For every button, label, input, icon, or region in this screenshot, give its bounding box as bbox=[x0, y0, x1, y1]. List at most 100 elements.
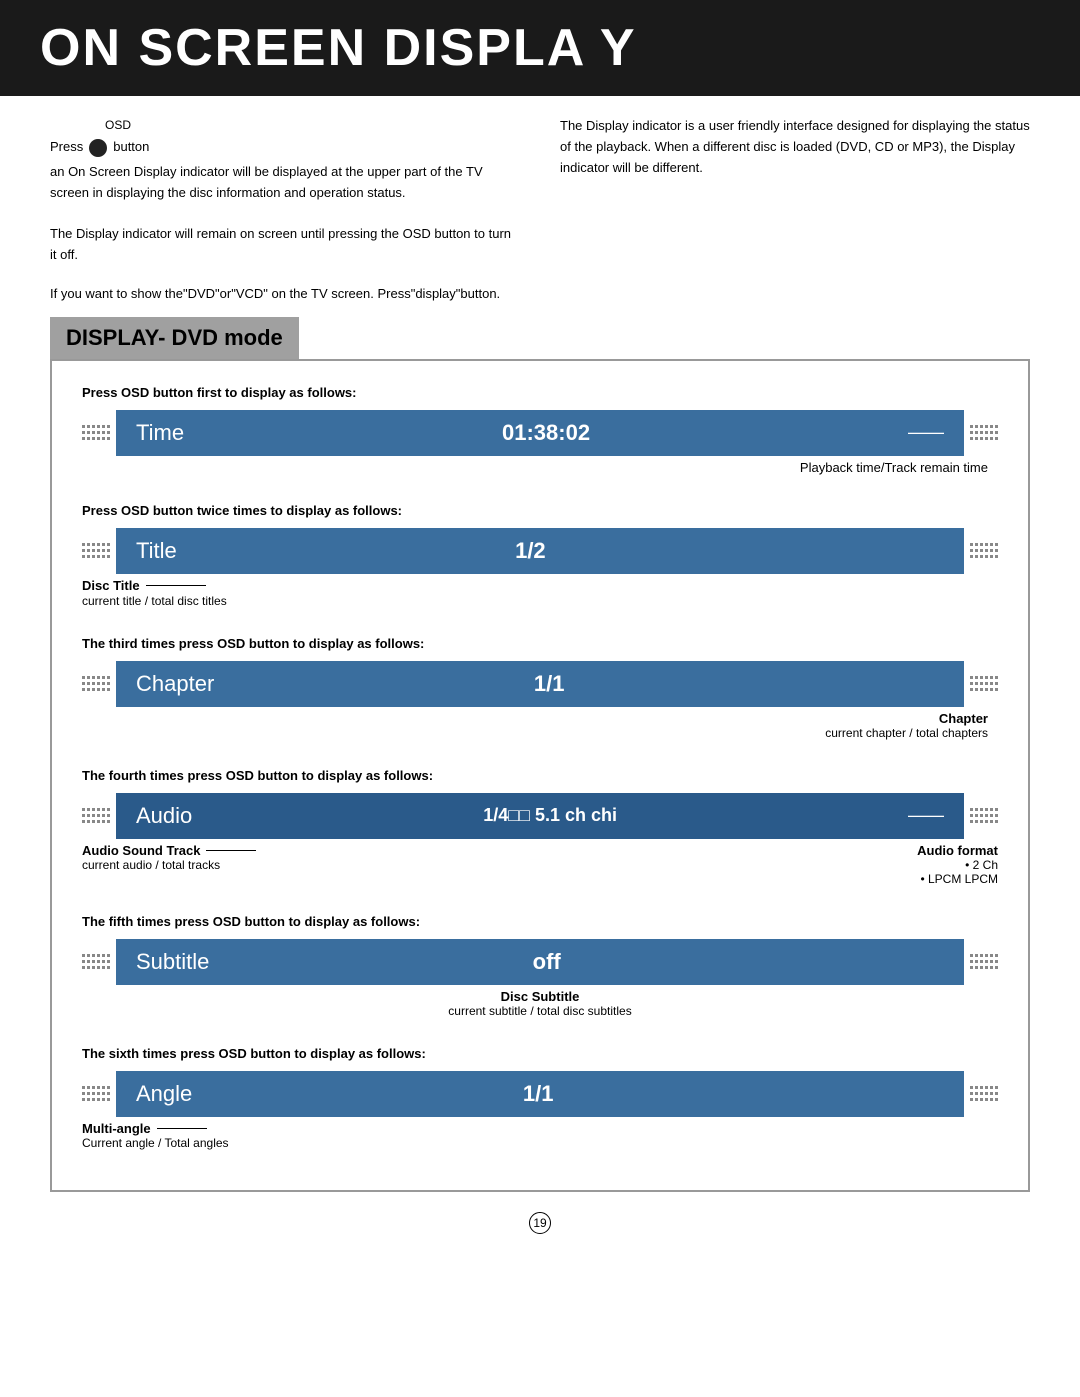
time-display-content: Time 01:38:02 —— bbox=[136, 420, 944, 446]
tv-left-dots-chapter bbox=[82, 676, 110, 691]
time-display: Time 01:38:02 —— bbox=[116, 410, 964, 456]
disc-title-line bbox=[146, 585, 206, 586]
angle-main-label: Multi-angle bbox=[82, 1121, 151, 1136]
page-title: ON SCREEN DISPLA Y bbox=[40, 18, 1040, 78]
intro-section: OSD Press button an On Screen Display in… bbox=[50, 116, 1030, 266]
intro-right-text: The Display indicator is a user friendly… bbox=[560, 116, 1030, 178]
subtitle-tv-row: Subtitle off bbox=[82, 939, 998, 985]
audio-left-annotation: Audio Sound Track current audio / total … bbox=[82, 843, 540, 886]
intro-left: OSD Press button an On Screen Display in… bbox=[50, 116, 520, 266]
tv-right-dots-time bbox=[970, 425, 998, 440]
intro-text-1: an On Screen Display indicator will be d… bbox=[50, 162, 520, 204]
angle-display-content: Angle 1/1 bbox=[136, 1081, 944, 1107]
audio-value: 1/4□□ 5.1 ch chi bbox=[483, 805, 617, 826]
audio-annotation: Audio Sound Track current audio / total … bbox=[82, 843, 998, 886]
chapter-display: Chapter 1/1 bbox=[116, 661, 964, 707]
disc-title-sub-label: current title / total disc titles bbox=[82, 594, 998, 608]
audio-format-sub1: • 2 Ch bbox=[540, 858, 998, 872]
tv-left-dots-subtitle bbox=[82, 954, 110, 969]
title-annotation: Disc Title current title / total disc ti… bbox=[82, 578, 998, 608]
chapter-tv-row: Chapter 1/1 bbox=[82, 661, 998, 707]
osd-label: OSD bbox=[105, 116, 520, 135]
angle-annotation: Multi-angle Current angle / Total angles bbox=[82, 1121, 998, 1150]
time-label: Time bbox=[136, 420, 184, 446]
audio-format-label: Audio format bbox=[540, 843, 998, 858]
chapter-main-annotation: Chapter bbox=[82, 711, 988, 726]
angle-section: The sixth times press OSD button to disp… bbox=[82, 1046, 998, 1150]
title-value: 1/2 bbox=[515, 538, 546, 564]
tv-right-dots-chapter bbox=[970, 676, 998, 691]
chapter-section: The third times press OSD button to disp… bbox=[82, 636, 998, 740]
angle-display: Angle 1/1 bbox=[116, 1071, 964, 1117]
subtitle-main-label: Disc Subtitle bbox=[82, 989, 998, 1004]
tv-left-dots-audio bbox=[82, 808, 110, 823]
main-content: OSD Press button an On Screen Display in… bbox=[0, 116, 1080, 1284]
page-number-circle: 19 bbox=[529, 1212, 551, 1234]
subtitle-value: off bbox=[533, 949, 561, 975]
time-value: 01:38:02 bbox=[502, 420, 590, 446]
tv-right-dots-title bbox=[970, 543, 998, 558]
if-you-want-text: If you want to show the"DVD"or"VCD" on t… bbox=[50, 286, 1030, 301]
osd-button-circle[interactable] bbox=[89, 139, 107, 157]
time-arrow: —— bbox=[908, 422, 944, 443]
dvd-mode-header-label: DISPLAY- DVD mode bbox=[50, 317, 299, 359]
audio-arrow: —— bbox=[908, 805, 944, 826]
angle-line bbox=[157, 1128, 207, 1129]
time-section: Press OSD button first to display as fol… bbox=[82, 385, 998, 475]
chapter-section-label: The third times press OSD button to disp… bbox=[82, 636, 998, 651]
angle-value: 1/1 bbox=[523, 1081, 554, 1107]
subtitle-section: The fifth times press OSD button to disp… bbox=[82, 914, 998, 1018]
tv-right-dots-audio bbox=[970, 808, 998, 823]
angle-sub-label: Current angle / Total angles bbox=[82, 1136, 998, 1150]
intro-right: The Display indicator is a user friendly… bbox=[560, 116, 1030, 266]
audio-format-sub2: • LPCM LPCM bbox=[540, 872, 998, 886]
dvd-mode-title: DISPLAY- DVD mode bbox=[66, 325, 283, 350]
press-text: Press bbox=[50, 137, 83, 158]
chapter-sub-annotation: current chapter / total chapters bbox=[82, 726, 988, 740]
tv-right-dots-angle bbox=[970, 1086, 998, 1101]
audio-section-label: The fourth times press OSD button to dis… bbox=[82, 768, 998, 783]
page: ON SCREEN DISPLA Y OSD Press button an O… bbox=[0, 0, 1080, 1397]
audio-line bbox=[206, 850, 256, 851]
subtitle-sub-label: current subtitle / total disc subtitles bbox=[82, 1004, 998, 1018]
audio-right-annotation: Audio format • 2 Ch • LPCM LPCM bbox=[540, 843, 998, 886]
audio-display-content: Audio 1/4□□ 5.1 ch chi —— bbox=[136, 803, 944, 829]
subtitle-display-content: Subtitle off bbox=[136, 949, 944, 975]
time-annotation: Playback time/Track remain time bbox=[82, 460, 998, 475]
intro-text-2: The Display indicator will remain on scr… bbox=[50, 224, 520, 266]
subtitle-label: Subtitle bbox=[136, 949, 209, 975]
button-text: button bbox=[113, 137, 149, 158]
tv-left-dots-time bbox=[82, 425, 110, 440]
title-tv-row: Title 1/2 bbox=[82, 528, 998, 574]
angle-section-label: The sixth times press OSD button to disp… bbox=[82, 1046, 998, 1061]
title-display-content: Title 1/2 bbox=[136, 538, 944, 564]
subtitle-annotation: Disc Subtitle current subtitle / total d… bbox=[82, 989, 998, 1018]
angle-tv-row: Angle 1/1 bbox=[82, 1071, 998, 1117]
press-row: Press button bbox=[50, 137, 520, 158]
audio-tv-row: Audio 1/4□□ 5.1 ch chi —— bbox=[82, 793, 998, 839]
audio-section: The fourth times press OSD button to dis… bbox=[82, 768, 998, 886]
tv-left-dots-title bbox=[82, 543, 110, 558]
chapter-value: 1/1 bbox=[534, 671, 565, 697]
audio-label: Audio bbox=[136, 803, 192, 829]
subtitle-display: Subtitle off bbox=[116, 939, 964, 985]
chapter-label: Chapter bbox=[136, 671, 214, 697]
chapter-annotation: Chapter current chapter / total chapters bbox=[82, 711, 998, 740]
title-display: Title 1/2 bbox=[116, 528, 964, 574]
page-number-value: 19 bbox=[533, 1216, 546, 1230]
subtitle-section-label: The fifth times press OSD button to disp… bbox=[82, 914, 998, 929]
time-section-label: Press OSD button first to display as fol… bbox=[82, 385, 998, 400]
page-number-section: 19 bbox=[50, 1212, 1030, 1254]
title-section-label: Press OSD button twice times to display … bbox=[82, 503, 998, 518]
audio-left-sub: current audio / total tracks bbox=[82, 858, 540, 872]
audio-display: Audio 1/4□□ 5.1 ch chi —— bbox=[116, 793, 964, 839]
tv-left-dots-angle bbox=[82, 1086, 110, 1101]
page-header: ON SCREEN DISPLA Y bbox=[0, 0, 1080, 96]
dvd-mode-box: Press OSD button first to display as fol… bbox=[50, 359, 1030, 1192]
time-tv-row: Time 01:38:02 —— bbox=[82, 410, 998, 456]
tv-right-dots-subtitle bbox=[970, 954, 998, 969]
disc-title-main-label: Disc Title bbox=[82, 578, 140, 593]
chapter-display-content: Chapter 1/1 bbox=[136, 671, 944, 697]
title-section: Press OSD button twice times to display … bbox=[82, 503, 998, 608]
title-label: Title bbox=[136, 538, 177, 564]
